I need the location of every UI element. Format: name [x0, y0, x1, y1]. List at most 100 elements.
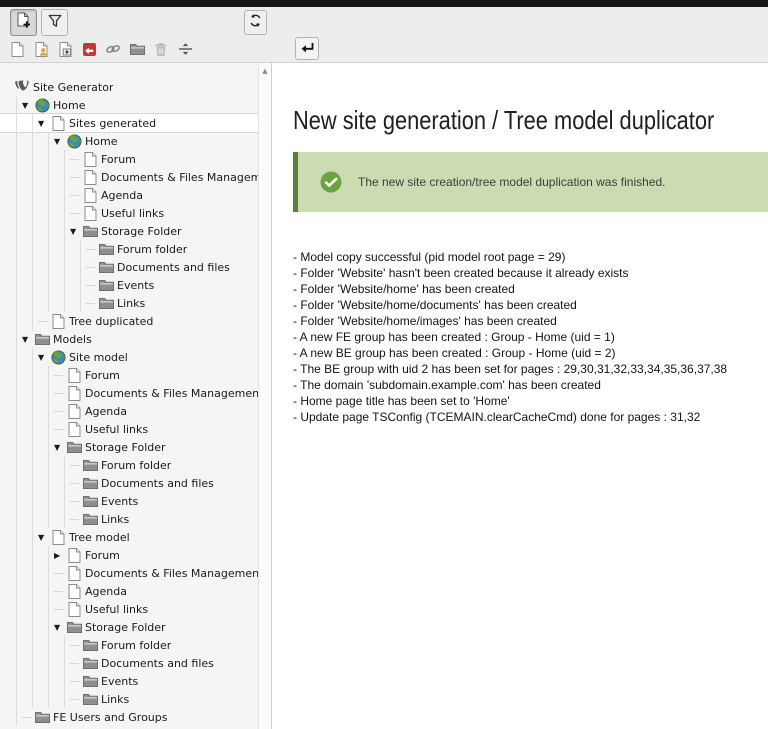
- tree-item-label: Agenda: [85, 584, 127, 598]
- tree-line: [70, 158, 82, 160]
- divider-icon[interactable]: [177, 41, 193, 58]
- folder-icon[interactable]: [129, 41, 145, 58]
- tree-item-documents-files-management[interactable]: Documents & Files Management: [54, 564, 258, 582]
- tree-item-label: Events: [101, 674, 139, 688]
- tree-item-links[interactable]: Links: [86, 294, 258, 312]
- tree-item-label: Forum: [85, 548, 120, 562]
- log-line: - Update page TSConfig (TCEMAIN.clearCac…: [293, 410, 701, 424]
- tree-item-forum[interactable]: Forum: [70, 150, 258, 168]
- tree-item-useful-links[interactable]: Useful links: [54, 420, 258, 438]
- tree-item-forum-folder[interactable]: Forum folder: [70, 636, 258, 654]
- tree-item-fe-users-and-groups[interactable]: FE Users and Groups: [22, 708, 258, 726]
- page-tree-panel: Site Generator ▼ Home ▼ Sites generated ▼ Home…: [0, 63, 272, 729]
- tree-line: [86, 284, 98, 286]
- tree-item-models[interactable]: ▼ Models: [22, 330, 258, 348]
- tree-item-useful-links[interactable]: Useful links: [70, 204, 258, 222]
- tree-item-agenda[interactable]: Agenda: [54, 582, 258, 600]
- tree-item-documents-files-management[interactable]: Documents & Files Management: [70, 168, 258, 186]
- tree-item-storage-folder[interactable]: ▼ Storage Folder: [54, 618, 258, 636]
- tree-item-home[interactable]: ▼ Home: [22, 96, 258, 114]
- tree-item-label: Storage Folder: [101, 224, 182, 238]
- tree-item-useful-links[interactable]: Useful links: [54, 600, 258, 618]
- tree-item-label: Documents and files: [101, 656, 214, 670]
- tree-line: [70, 500, 82, 502]
- tree-item-storage-folder[interactable]: ▼ Storage Folder: [70, 222, 258, 240]
- collapse-arrow-icon[interactable]: ▼: [38, 119, 50, 128]
- folder-icon: [66, 621, 82, 633]
- tree-item-label: Site model: [69, 350, 128, 364]
- tree-item-site-model[interactable]: ▼ Site model: [38, 348, 258, 366]
- tree-item-label: Documents and files: [117, 260, 230, 274]
- tree-item-label: Storage Folder: [85, 440, 166, 454]
- folder-icon: [82, 477, 98, 489]
- shortcut-page-icon[interactable]: [33, 41, 49, 58]
- log-line: - Folder 'Website/home' has been created: [293, 282, 515, 296]
- tree-item-label: Documents & Files Management: [101, 170, 258, 184]
- expand-arrow-icon[interactable]: ▶: [54, 551, 66, 560]
- tree-line: [22, 716, 34, 718]
- tree-item-tree-model[interactable]: ▼ Tree model: [38, 528, 258, 546]
- tree-item-events[interactable]: Events: [70, 492, 258, 510]
- folder-icon: [82, 639, 98, 651]
- folder-icon: [82, 657, 98, 669]
- tree-item-links[interactable]: Links: [70, 690, 258, 708]
- tree-item-sites-generated[interactable]: ▼ Sites generated: [38, 114, 258, 132]
- return-button[interactable]: [295, 37, 319, 60]
- folder-icon: [34, 711, 50, 723]
- new-page-icon: [16, 12, 31, 33]
- tree-item-documents-and-files[interactable]: Documents and files: [70, 654, 258, 672]
- tree-item-label: Forum folder: [117, 242, 188, 256]
- tree-scrollbar[interactable]: ▲: [258, 63, 271, 729]
- collapse-arrow-icon[interactable]: ▼: [38, 353, 50, 362]
- scroll-up-icon[interactable]: ▲: [259, 63, 271, 75]
- page-icon: [66, 421, 82, 437]
- typo3-logo-icon: [14, 80, 30, 94]
- link-icon[interactable]: [105, 41, 121, 58]
- tree-item-links[interactable]: Links: [70, 510, 258, 528]
- tree-item-storage-folder[interactable]: ▼ Storage Folder: [54, 438, 258, 456]
- tree-item-documents-files-management[interactable]: Documents & Files Management: [54, 384, 258, 402]
- tree-item-forum[interactable]: ▶ Forum: [54, 546, 258, 564]
- collapse-arrow-icon[interactable]: ▼: [38, 533, 50, 542]
- tree-item-site-generator[interactable]: Site Generator: [14, 78, 258, 96]
- tree-line: [70, 662, 82, 664]
- tree-line: [70, 464, 82, 466]
- page-icon[interactable]: [9, 41, 25, 58]
- tree-item-forum-folder[interactable]: Forum folder: [86, 240, 258, 258]
- page-icon: [50, 115, 66, 131]
- tree-line: [54, 392, 66, 394]
- tree-item-documents-and-files[interactable]: Documents and files: [70, 474, 258, 492]
- tree-item-label: Links: [101, 512, 130, 526]
- collapse-arrow-icon[interactable]: ▼: [22, 335, 34, 344]
- page-icon: [66, 583, 82, 599]
- folder-icon: [82, 495, 98, 507]
- page-tree: Site Generator ▼ Home ▼ Sites generated ▼ Home…: [0, 78, 258, 729]
- tree-item-agenda[interactable]: Agenda: [70, 186, 258, 204]
- tree-item-tree-duplicated[interactable]: Tree duplicated: [38, 312, 258, 330]
- tree-item-agenda[interactable]: Agenda: [54, 402, 258, 420]
- collapse-arrow-icon[interactable]: ▼: [54, 137, 66, 146]
- tree-item-label: Tree duplicated: [69, 314, 154, 328]
- collapse-arrow-icon[interactable]: ▼: [70, 227, 82, 236]
- tree-item-events[interactable]: Events: [70, 672, 258, 690]
- trash-icon[interactable]: [153, 41, 169, 58]
- tree-line: [70, 176, 82, 178]
- page-icon: [66, 601, 82, 617]
- collapse-arrow-icon[interactable]: ▼: [54, 623, 66, 632]
- external-url-page-icon[interactable]: [81, 41, 97, 58]
- page-icon: [50, 529, 66, 545]
- log-line: - Model copy successful (pid model root …: [293, 250, 566, 264]
- tree-item-events[interactable]: Events: [86, 276, 258, 294]
- new-page-toggle-button[interactable]: [10, 9, 37, 36]
- refresh-button[interactable]: [244, 10, 267, 35]
- tree-item-documents-and-files[interactable]: Documents and files: [86, 258, 258, 276]
- filter-button[interactable]: [41, 9, 68, 36]
- tree-item-label: Forum folder: [101, 638, 172, 652]
- tree-item-home[interactable]: ▼ Home: [54, 132, 258, 150]
- collapse-arrow-icon[interactable]: ▼: [54, 443, 66, 452]
- tree-item-label: Documents and files: [101, 476, 214, 490]
- tree-item-forum-folder[interactable]: Forum folder: [70, 456, 258, 474]
- mountpoint-page-icon[interactable]: [57, 41, 73, 58]
- tree-item-forum[interactable]: Forum: [54, 366, 258, 384]
- collapse-arrow-icon[interactable]: ▼: [22, 101, 34, 110]
